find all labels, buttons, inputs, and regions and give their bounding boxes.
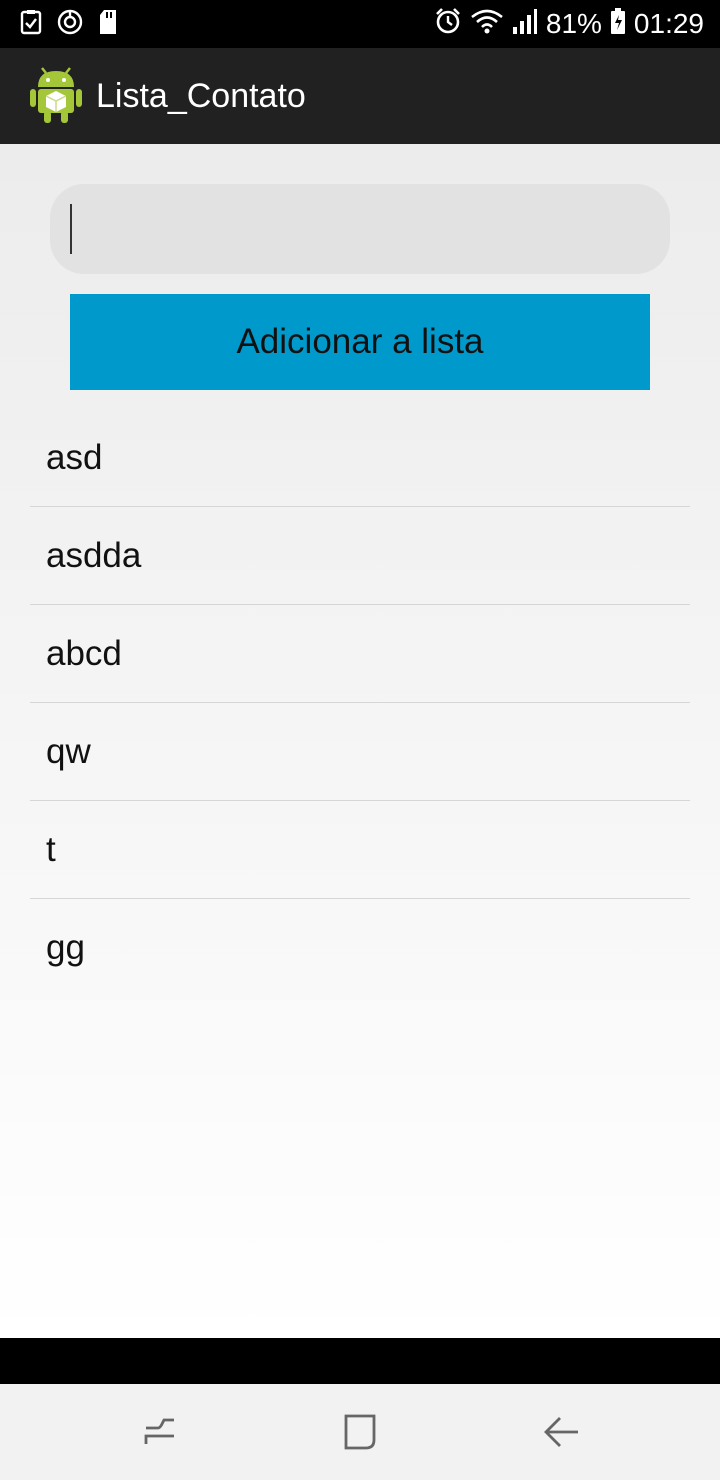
action-bar: Lista_Contato [0,48,720,144]
list-item[interactable]: qw [30,703,690,801]
android-app-icon [30,67,82,125]
status-right: 81% 01:29 [434,7,704,42]
battery-percent: 81% [545,8,602,39]
list-item[interactable]: asd [30,409,690,507]
alarm-icon [434,7,462,42]
status-left-icons [20,8,118,41]
status-time: 01:29 [633,8,704,39]
wifi-icon [470,7,504,42]
contact-input[interactable] [50,184,670,274]
app-title: Lista_Contato [96,77,306,115]
sync-icon [56,8,84,41]
list-item[interactable]: gg [30,899,690,996]
add-to-list-button[interactable]: Adicionar a lista [70,294,650,390]
list-item[interactable]: abcd [30,605,690,703]
back-icon[interactable] [540,1410,584,1454]
bottom-black-strip [0,1338,720,1384]
checklist-icon [20,9,42,40]
status-bar: 81% 01:29 [0,0,720,48]
list-item[interactable]: t [30,801,690,899]
recent-apps-icon[interactable] [138,1410,182,1454]
sd-card-icon [98,9,118,40]
main-content: Adicionar a lista asd asdda abcd qw t gg [0,144,720,1338]
battery-icon [610,7,626,42]
text-cursor [70,204,72,254]
contact-list: asd asdda abcd qw t gg [30,409,690,996]
home-icon[interactable] [338,1410,382,1454]
list-item[interactable]: asdda [30,507,690,605]
signal-icon [512,7,538,42]
navigation-bar [0,1384,720,1480]
